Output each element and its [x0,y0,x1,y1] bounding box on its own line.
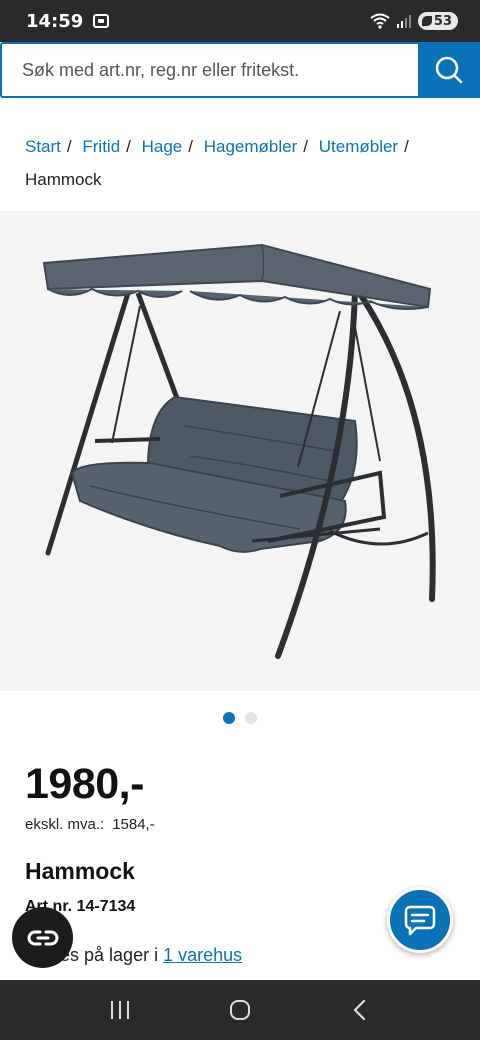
search-input[interactable] [0,42,418,98]
chat-button[interactable] [387,887,453,953]
stock-store-link[interactable]: 1 varehus [163,945,242,965]
breadcrumb-separator: / [66,137,72,156]
breadcrumb-separator: / [404,137,409,156]
hammock-swing-image[interactable] [0,211,480,691]
vat-label: ekskl. mva.: [25,816,105,833]
breadcrumb-start[interactable]: Start [25,137,61,156]
price-ex-vat: ekskl. mva.: 1584,- [25,816,155,833]
gallery-dot-1[interactable] [223,712,235,724]
vat-value: 1584,- [112,816,155,833]
home-button[interactable] [220,990,260,1030]
product-image-gallery[interactable] [0,211,480,691]
screen-record-icon [93,14,110,28]
recent-apps-button[interactable] [100,990,140,1030]
chat-icon [404,905,436,936]
breadcrumb-current: Hammock [25,170,102,189]
search-button[interactable] [418,42,480,98]
breadcrumb-utemobler[interactable]: Utemøbler [319,137,398,156]
breadcrumb-separator: / [188,137,193,156]
recent-apps-icon [111,1001,129,1019]
breadcrumb-fritid[interactable]: Fritid [82,137,120,156]
breadcrumb-separator: / [126,137,131,156]
breadcrumb-hagemobler[interactable]: Hagemøbler [204,137,298,156]
link-button[interactable] [12,907,73,968]
power-saving-icon [421,16,432,26]
signal-icon [396,15,411,28]
gallery-pagination [0,712,480,724]
android-nav-bar [0,980,480,1040]
breadcrumb-hage[interactable]: Hage [142,137,183,156]
home-icon [230,1000,250,1020]
status-bar: 14:59 53 [0,0,480,42]
gallery-dot-2[interactable] [245,712,257,724]
link-icon [27,930,58,945]
status-icons: 53 [370,12,458,30]
status-time: 14:59 [26,10,84,32]
back-button[interactable] [340,990,380,1030]
product-price: 1980,- [25,760,144,808]
search-icon [435,56,463,84]
back-icon [353,999,366,1021]
wifi-icon [370,13,390,29]
battery-icon: 53 [417,12,458,30]
breadcrumb-separator: / [303,137,309,156]
battery-level: 53 [433,13,452,29]
breadcrumb: Start / Fritid / Hage / Hagemøbler / Utemøbl… [25,130,455,196]
product-title: Hammock [25,858,135,884]
search-bar [0,42,480,98]
